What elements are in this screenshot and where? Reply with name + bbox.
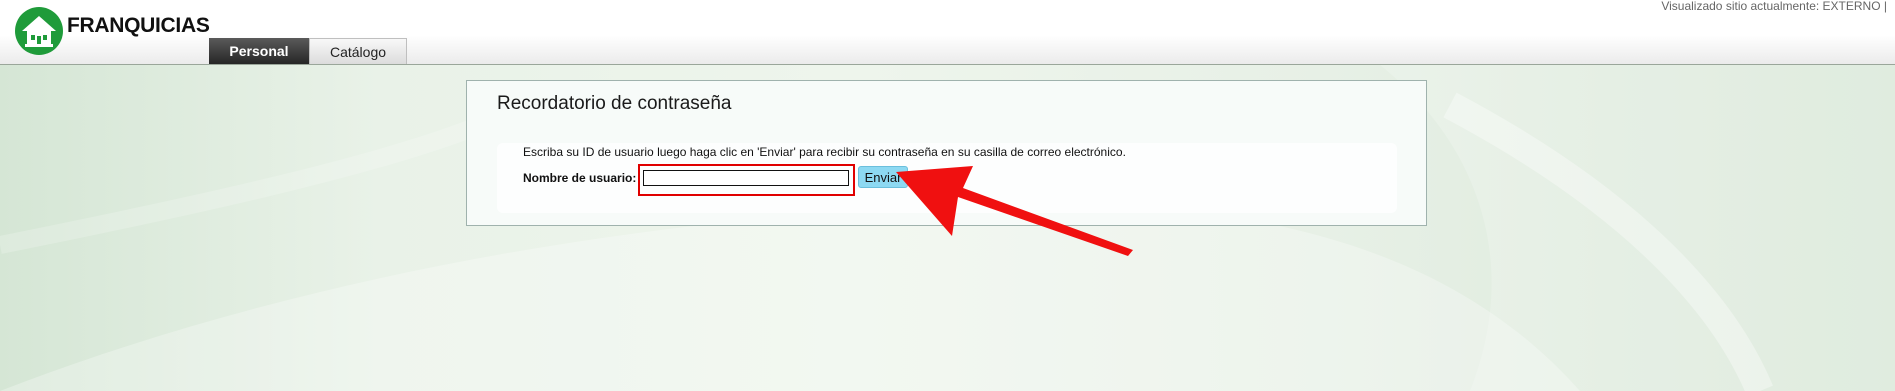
brand-logo[interactable]: FRANQUICIAS — [14, 6, 210, 56]
annotation-highlight-box — [638, 164, 855, 196]
header-bar: FRANQUICIAS Visualizado sitio actualment… — [0, 0, 1895, 65]
password-reminder-panel: Recordatorio de contraseña Escriba su ID… — [466, 80, 1427, 226]
username-label: Nombre de usuario: — [523, 171, 637, 185]
page-title: Recordatorio de contraseña — [497, 93, 732, 114]
site-status-text: Visualizado sitio actualmente: EXTERNO | — [1661, 0, 1887, 13]
main-tabs: Personal Catálogo — [209, 38, 407, 64]
house-logo-icon — [15, 7, 63, 55]
brand-name: FRANQUICIAS — [67, 14, 210, 37]
tab-personal[interactable]: Personal — [209, 38, 309, 64]
send-button[interactable]: Enviar — [858, 166, 908, 188]
instructions-text: Escriba su ID de usuario luego haga clic… — [523, 145, 1126, 159]
tab-catalogo[interactable]: Catálogo — [309, 38, 407, 64]
